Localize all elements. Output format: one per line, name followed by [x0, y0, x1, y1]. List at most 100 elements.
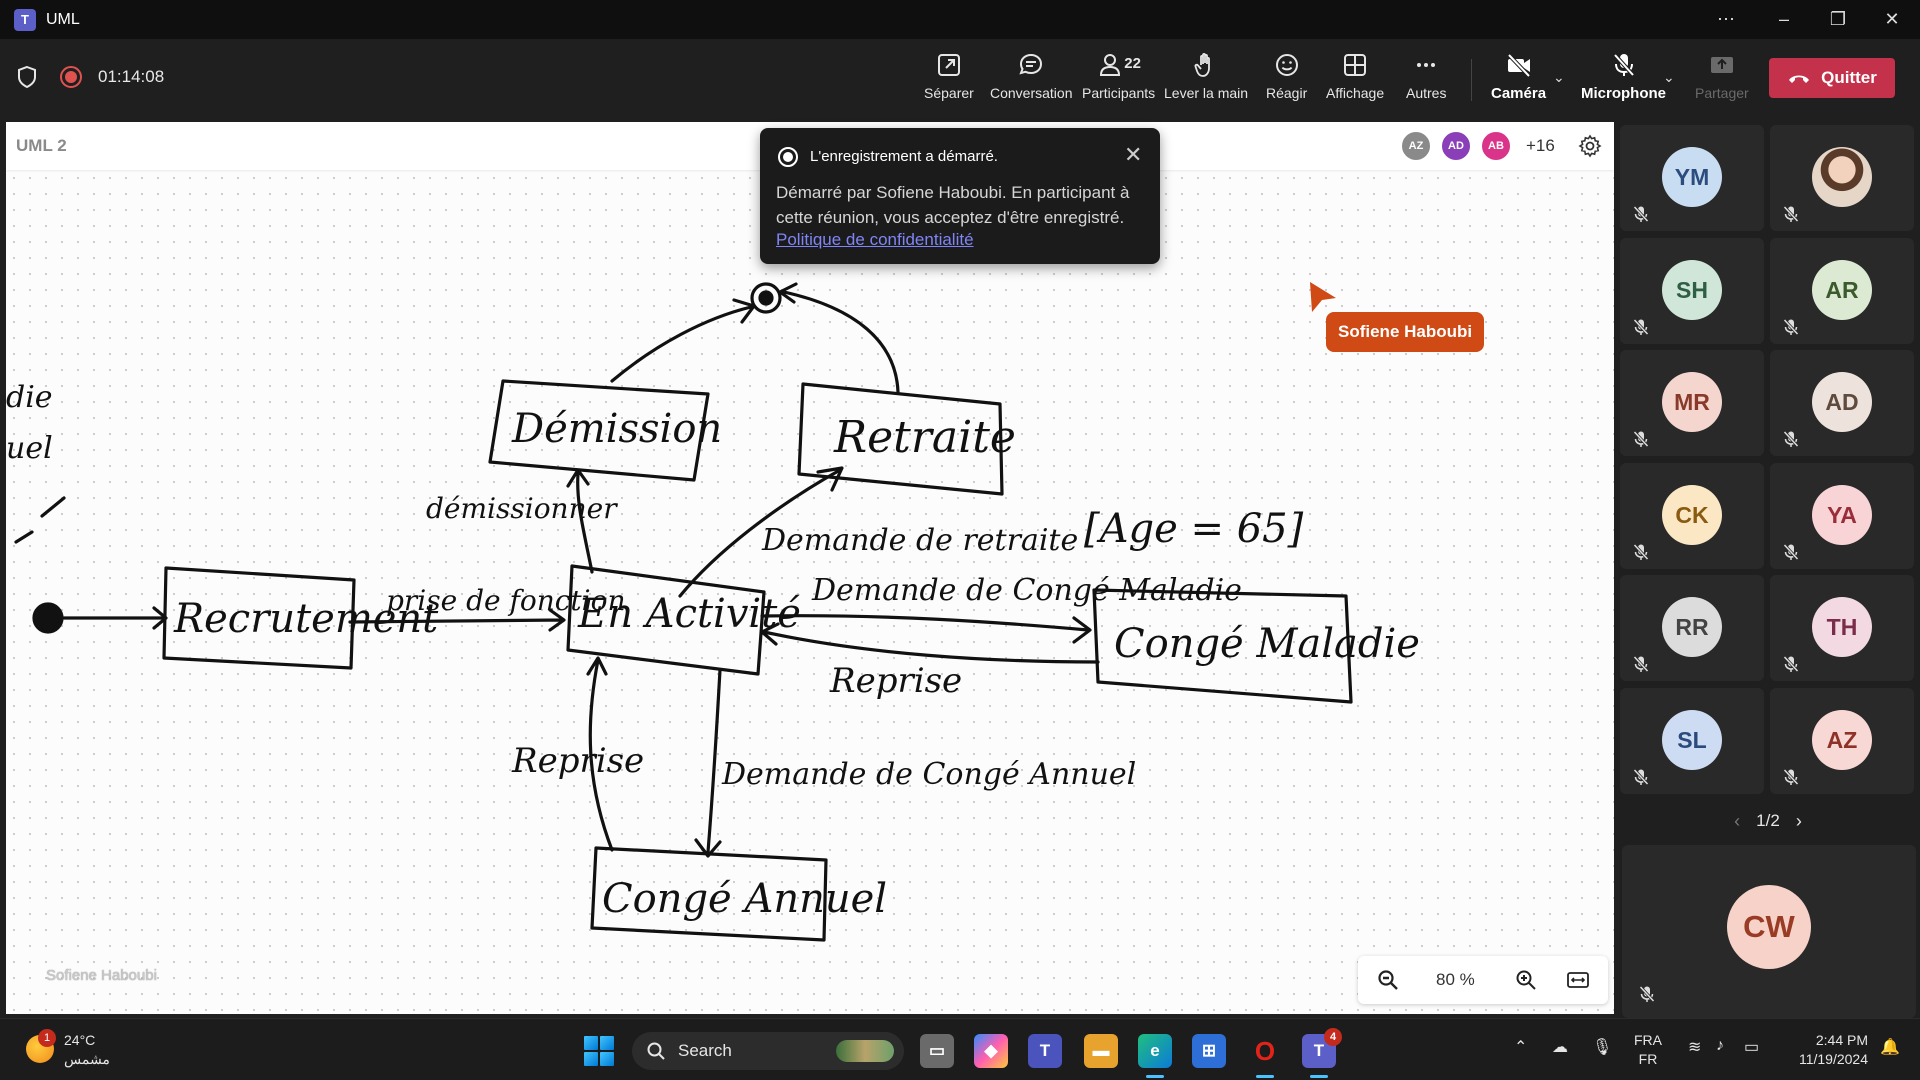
teams-personal-icon[interactable]: T [1028, 1034, 1062, 1068]
copilot-icon[interactable]: ◆ [974, 1034, 1008, 1068]
avatar: CW [1727, 885, 1811, 969]
participant-tile[interactable]: MR [1620, 350, 1764, 456]
close-icon[interactable]: ✕ [1124, 142, 1142, 168]
zoom-out-icon[interactable] [1376, 968, 1400, 992]
participant-tile[interactable]: AZ [1770, 688, 1914, 794]
transition-label-guard-age: [Age = 65] [1084, 506, 1304, 552]
volume-icon[interactable]: ♪ [1716, 1037, 1724, 1055]
notification-body: Démarré par Sofiene Haboubi. En particip… [776, 183, 1130, 227]
transition-label-demande-conge-annuel: Demande de Congé Annuel [721, 757, 1136, 792]
layout-grid-icon [1344, 54, 1367, 76]
restore-button[interactable]: ❐ [1812, 0, 1864, 39]
raise-hand-label: Lever la main [1164, 85, 1249, 101]
teams-badge: 4 [1324, 1028, 1342, 1046]
more-label: Autres [1406, 85, 1447, 101]
fit-to-screen-icon[interactable] [1566, 968, 1590, 992]
wifi-icon[interactable]: ≋ [1688, 1037, 1701, 1057]
camera-label: Caméra [1491, 85, 1547, 102]
more-options-icon[interactable]: ⋯ [1700, 0, 1752, 39]
participant-tile[interactable]: YM [1620, 125, 1764, 231]
edge-browser-icon[interactable]: e [1138, 1034, 1172, 1078]
hand-icon [1194, 52, 1210, 77]
participants-count: 22 [1124, 55, 1141, 72]
participant-tile[interactable]: RR [1620, 575, 1764, 681]
hang-up-icon [1789, 75, 1810, 83]
participant-tile[interactable] [1770, 125, 1914, 231]
raise-hand-button[interactable]: Lever la main [1164, 51, 1248, 111]
ellipsis-icon [1417, 63, 1436, 67]
avatar: AZ [1812, 710, 1872, 770]
gear-icon[interactable] [1578, 134, 1602, 158]
presence-avatar[interactable]: AB [1480, 130, 1512, 162]
participant-tile[interactable]: CK [1620, 463, 1764, 569]
state-label-demission: Démission [511, 406, 722, 452]
chat-icon [1019, 53, 1043, 75]
participant-tile[interactable]: SH [1620, 238, 1764, 344]
presence-avatar[interactable]: AZ [1400, 130, 1432, 162]
quit-label: Quitter [1821, 68, 1877, 87]
close-window-button[interactable]: ✕ [1866, 0, 1918, 39]
participant-tile[interactable]: TH [1770, 575, 1914, 681]
shield-icon[interactable] [16, 65, 38, 89]
taskbar-search[interactable]: Search [632, 1032, 904, 1070]
microsoft-store-icon[interactable]: ⊞ [1192, 1034, 1226, 1068]
react-button[interactable]: Réagir [1266, 51, 1307, 111]
minimize-button[interactable]: – [1758, 0, 1810, 39]
teams-work-icon[interactable]: T 4 [1302, 1028, 1342, 1078]
battery-icon[interactable]: ▭ [1744, 1037, 1759, 1057]
chat-button[interactable]: Conversation [990, 51, 1073, 111]
whiteboard-title: UML 2 [16, 136, 67, 155]
camera-button[interactable]: Caméra [1491, 51, 1546, 111]
chat-label: Conversation [990, 85, 1073, 101]
search-highlight-image [836, 1040, 894, 1062]
show-hidden-icons-chevron-icon[interactable]: ⌃ [1514, 1037, 1527, 1057]
muted-microphone-tray-icon[interactable]: 🎙 [1592, 1037, 1612, 1057]
previous-page-icon[interactable]: ‹ [1734, 811, 1740, 832]
participant-tile[interactable]: SL [1620, 688, 1764, 794]
participants-button[interactable]: 22 Participants [1082, 51, 1155, 111]
participant-tile[interactable]: AR [1770, 238, 1914, 344]
muted-microphone-icon [1633, 543, 1649, 561]
people-icon [1100, 54, 1121, 76]
microphone-options-chevron-icon[interactable]: ⌄ [1663, 69, 1675, 86]
presence-more-count[interactable]: +16 [1526, 136, 1555, 156]
windows-taskbar: 1 24°C مشمس Search ▭ ◆ T ▬ e ⊞ O T 4 ⌃ ☁… [0, 1018, 1920, 1080]
zoom-in-icon[interactable] [1514, 968, 1538, 992]
temperature: 24°C [64, 1032, 96, 1048]
avatar: AR [1812, 260, 1872, 320]
notification-bell-icon[interactable]: 🔔 [1880, 1037, 1900, 1057]
windows-start-icon[interactable] [584, 1036, 614, 1066]
share-button[interactable]: Partager [1695, 51, 1749, 111]
camera-options-chevron-icon[interactable]: ⌄ [1553, 69, 1565, 86]
onedrive-cloud-icon[interactable]: ☁ [1552, 1037, 1568, 1057]
separate-button[interactable]: Séparer [924, 51, 974, 111]
participant-tile[interactable]: YA [1770, 463, 1914, 569]
avatar: YM [1662, 147, 1722, 207]
more-actions-button[interactable]: Autres [1406, 51, 1446, 111]
clock-time: 2:44 PM [1815, 1032, 1868, 1048]
notification-title: L'enregistrement a démarré. [810, 148, 998, 165]
state-label-retraite: Retraite [833, 412, 1016, 463]
system-clock[interactable]: 2:44 PM 11/19/2024 [1788, 1031, 1868, 1069]
weather-widget[interactable]: 1 24°C مشمس [26, 1029, 110, 1069]
page-indicator: 1/2 [1756, 811, 1780, 830]
privacy-policy-link[interactable]: Politique de confidentialité [776, 230, 974, 250]
title-bar: T UML ⋯ – ❐ ✕ [0, 0, 1920, 39]
quit-button[interactable]: Quitter [1769, 58, 1895, 98]
file-explorer-icon[interactable]: ▬ [1084, 1034, 1118, 1068]
view-button[interactable]: Affichage [1326, 51, 1384, 111]
muted-microphone-icon [1783, 318, 1799, 336]
participant-tile[interactable]: AD [1770, 350, 1914, 456]
microphone-button[interactable]: Microphone [1581, 51, 1666, 111]
presence-avatar[interactable]: AD [1440, 130, 1472, 162]
self-video-tile[interactable]: CW [1622, 845, 1916, 1018]
next-page-icon[interactable]: › [1796, 811, 1802, 832]
transition-label-prise-de-fonction: prise de fonction [386, 584, 626, 617]
input-language[interactable]: FRA FR [1634, 1031, 1662, 1069]
avatar: RR [1662, 597, 1722, 657]
opera-browser-icon[interactable]: O [1248, 1034, 1282, 1078]
initial-state-node [32, 602, 64, 634]
language-code: FRA [1634, 1032, 1662, 1048]
share-screen-icon [1710, 57, 1733, 73]
task-view-icon[interactable]: ▭ [920, 1034, 954, 1068]
